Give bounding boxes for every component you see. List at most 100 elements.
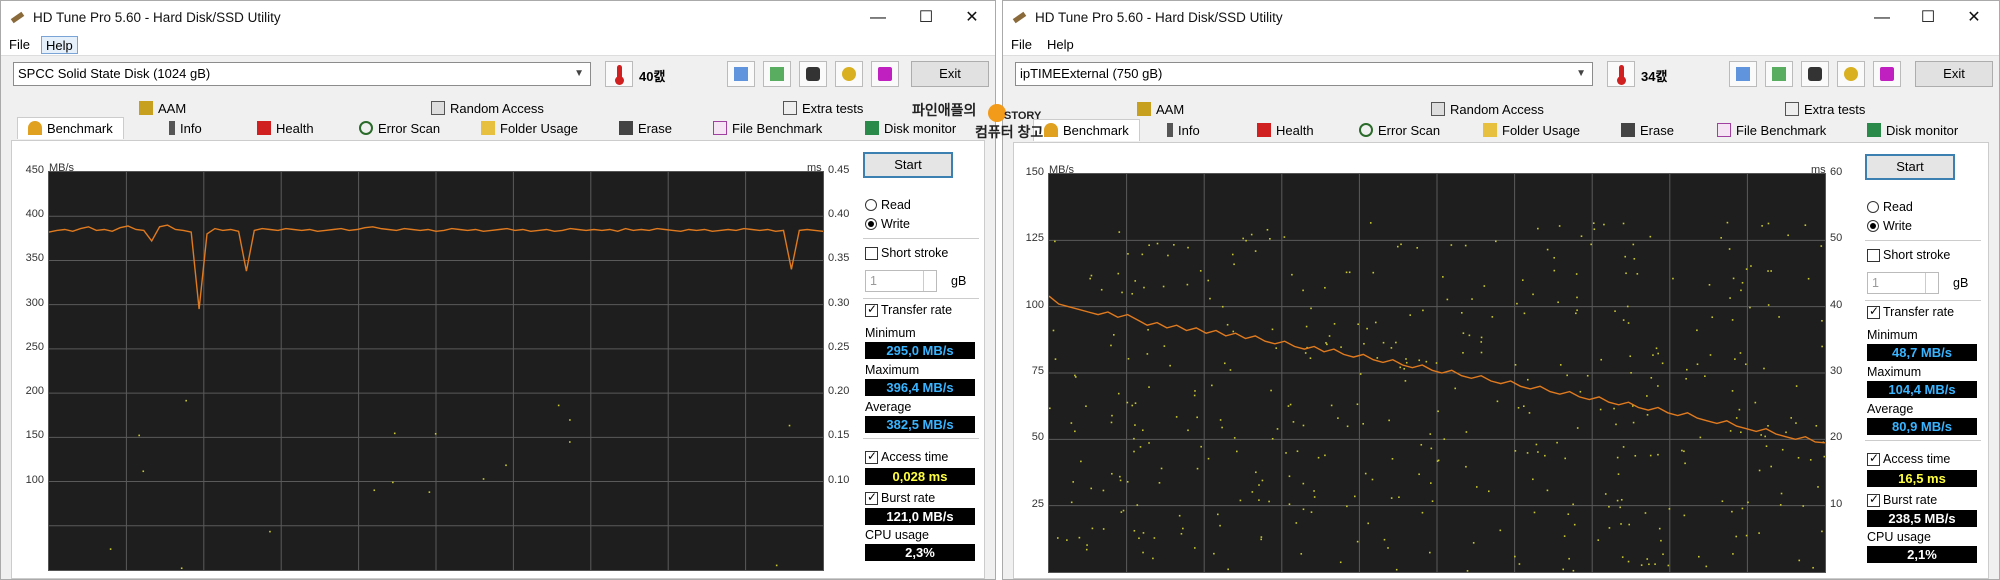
copy-info-button[interactable] (727, 61, 755, 87)
access-time-point (1615, 423, 1617, 426)
exit-button[interactable]: Exit (911, 61, 989, 87)
access-time-point (1364, 472, 1367, 475)
read-radio[interactable] (1867, 201, 1879, 213)
close-button[interactable]: ✕ (1951, 1, 1997, 34)
exit-button[interactable]: Exit (1915, 61, 1993, 87)
read-radio[interactable] (865, 199, 877, 211)
burst-rate-checkbox[interactable] (1867, 492, 1880, 507)
access-time-point (1622, 222, 1625, 225)
folder-icon (1483, 123, 1497, 137)
tab-erase[interactable]: Erase (1621, 121, 1674, 141)
tab-erase-label: Erase (1640, 123, 1674, 138)
minimize-button[interactable]: — (855, 1, 901, 34)
access-time-point (1593, 228, 1596, 231)
access-time-point (1586, 374, 1589, 377)
disk-select[interactable]: ipTIMEExternal (750 gB) ▼ (1015, 62, 1593, 86)
save-button[interactable] (1873, 61, 1901, 87)
access-time-point (1052, 329, 1055, 332)
short-stroke-checkbox[interactable] (1867, 249, 1880, 262)
tab-extra-tests[interactable]: Extra tests (783, 99, 863, 119)
access-time-point (1405, 358, 1407, 360)
access-time-point (1741, 507, 1744, 510)
access-time-point (1795, 422, 1797, 424)
minimize-button[interactable]: — (1859, 1, 1905, 34)
tab-disk-monitor[interactable]: Disk monitor (1867, 121, 1958, 141)
maximize-button[interactable]: ☐ (903, 1, 949, 34)
access-time-checkbox[interactable] (1867, 451, 1880, 466)
menu-file[interactable]: File (5, 36, 34, 54)
tab-aam[interactable]: AAM (1137, 100, 1184, 120)
options-button[interactable] (1837, 61, 1865, 87)
maximize-button[interactable]: ☐ (1905, 1, 1951, 34)
cpu-usage-label: CPU usage (865, 528, 929, 542)
short-stroke-checkbox[interactable] (865, 247, 878, 260)
menu-file[interactable]: File (1007, 36, 1036, 54)
menu-help[interactable]: Help (1043, 36, 1078, 54)
tab-error-scan[interactable]: Error Scan (1359, 121, 1440, 141)
tab-benchmark[interactable]: Benchmark (17, 117, 124, 139)
access-time-point (1388, 419, 1390, 422)
tab-info[interactable]: Info (1167, 121, 1200, 141)
tab-erase[interactable]: Erase (619, 119, 672, 139)
tab-aam[interactable]: AAM (139, 99, 186, 119)
tab-health[interactable]: Health (1257, 121, 1314, 141)
tab-health[interactable]: Health (257, 119, 314, 139)
stroke-size-stepper[interactable]: 1 (865, 270, 937, 292)
write-radio[interactable] (865, 218, 877, 230)
access-time-point (1153, 537, 1156, 539)
access-time-point (1139, 446, 1142, 448)
access-time-point (1475, 486, 1478, 488)
access-time-checkbox[interactable] (865, 449, 878, 464)
tab-file-benchmark-label: File Benchmark (1736, 123, 1827, 138)
save-button[interactable] (871, 61, 899, 87)
access-time-point (1324, 286, 1326, 289)
tab-error-scan[interactable]: Error Scan (359, 119, 440, 139)
copy-all-button[interactable] (763, 61, 791, 87)
access-time-point (1056, 537, 1059, 539)
tab-info[interactable]: Info (169, 119, 202, 139)
burst-rate-checkbox[interactable] (865, 490, 878, 505)
tab-benchmark[interactable]: Benchmark (1033, 119, 1140, 141)
screenshot-button[interactable] (799, 61, 827, 87)
options-button[interactable] (835, 61, 863, 87)
access-time-point (1566, 374, 1568, 377)
access-time-point (1704, 375, 1706, 378)
close-button[interactable]: ✕ (949, 1, 995, 34)
access-time-point (1697, 555, 1700, 558)
tab-benchmark-label: Benchmark (47, 121, 113, 136)
tab-folder-usage[interactable]: Folder Usage (1483, 121, 1580, 141)
access-time-point (1113, 334, 1115, 336)
menu-help[interactable]: Help (41, 36, 78, 54)
access-time-point (1654, 563, 1656, 565)
start-button[interactable]: Start (863, 152, 953, 178)
transfer-rate-checkbox[interactable] (1867, 304, 1880, 319)
access-time-point (1731, 510, 1733, 513)
screenshot-button[interactable] (1801, 61, 1829, 87)
tab-file-benchmark[interactable]: File Benchmark (1717, 121, 1826, 141)
tab-random-access[interactable]: Random Access (1431, 100, 1544, 120)
copy-info-button[interactable] (1729, 61, 1757, 87)
access-time-point (1646, 395, 1648, 397)
start-button[interactable]: Start (1865, 154, 1955, 180)
access-time-point (434, 433, 437, 435)
tab-file-benchmark[interactable]: File Benchmark (713, 119, 822, 139)
access-time-point (1283, 236, 1286, 238)
access-time-point (1726, 221, 1729, 224)
access-time-point (1616, 499, 1619, 502)
access-time-point (1054, 358, 1057, 360)
tab-random-access-label: Random Access (1450, 102, 1544, 117)
access-time-point (1302, 289, 1304, 292)
access-time-point (1758, 532, 1760, 534)
access-time-point (1258, 499, 1260, 501)
transfer-rate-checkbox[interactable] (865, 302, 878, 317)
stroke-size-stepper[interactable]: 1 (1867, 272, 1939, 294)
tab-folder-usage[interactable]: Folder Usage (481, 119, 578, 139)
access-time-point (1711, 316, 1714, 319)
tab-extra-tests[interactable]: Extra tests (1785, 100, 1865, 120)
tab-random-access[interactable]: Random Access (431, 99, 544, 119)
access-time-point (1111, 414, 1113, 417)
tab-disk-monitor[interactable]: Disk monitor (865, 119, 956, 139)
disk-select[interactable]: SPCC Solid State Disk (1024 gB) ▼ (13, 62, 591, 86)
copy-all-button[interactable] (1765, 61, 1793, 87)
write-radio[interactable] (1867, 220, 1879, 232)
